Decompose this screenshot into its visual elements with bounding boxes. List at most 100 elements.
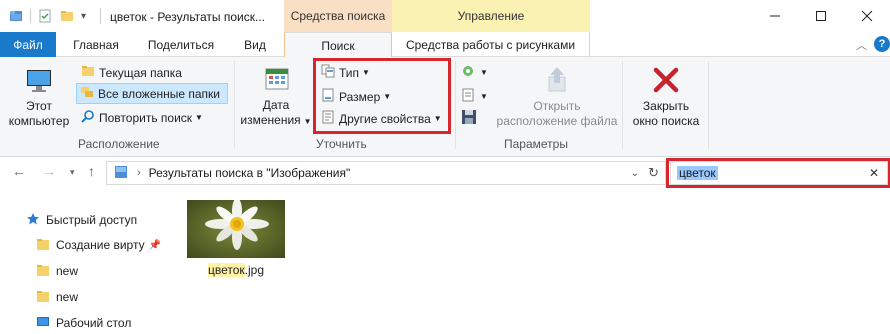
folder-icon	[36, 237, 50, 254]
date-modified-label-2: изменения	[240, 113, 301, 127]
maximize-icon	[816, 11, 826, 21]
close-icon	[861, 10, 873, 22]
group-label-refine: Уточнить	[316, 137, 367, 151]
context-tab-manage: Управление	[392, 0, 590, 32]
date-modified-button[interactable]: Дата изменения ▼	[240, 65, 312, 129]
explorer-folder-icon	[8, 8, 24, 24]
subfolders-icon	[80, 85, 94, 102]
group-divider	[455, 61, 456, 149]
group-label-location: Расположение	[78, 137, 160, 151]
recent-searches-button[interactable]: ▼	[458, 62, 491, 83]
nav-quick-access-label: Быстрый доступ	[46, 213, 138, 227]
calendar-icon	[265, 68, 289, 90]
folder-icon	[81, 64, 95, 81]
pin-icon: 📌	[148, 239, 162, 251]
tab-file[interactable]: Файл	[0, 32, 56, 57]
highlight-box-filters	[313, 58, 451, 134]
new-folder-icon[interactable]	[59, 8, 75, 24]
tab-search[interactable]: Поиск	[284, 32, 392, 58]
file-item[interactable]: цветок.jpg	[186, 200, 286, 284]
nav-item-label: Рабочий стол	[56, 316, 132, 330]
advanced-options-button[interactable]: ▼	[458, 86, 491, 107]
refresh-icon[interactable]: ↻	[648, 165, 659, 181]
minimize-button[interactable]	[752, 0, 798, 32]
chevron-down-icon: ▼	[303, 117, 312, 126]
folder-icon	[36, 263, 50, 280]
search-input[interactable]: цветок	[677, 166, 718, 180]
file-name-extension: .jpg	[244, 263, 265, 277]
this-pc-label-2: компьютер	[8, 114, 70, 128]
tab-view[interactable]: Вид	[232, 32, 278, 57]
tab-share[interactable]: Поделиться	[138, 32, 224, 57]
search-again-button[interactable]: Повторить поиск ▼	[78, 107, 206, 128]
breadcrumb-path[interactable]: Результаты поиска в "Изображения"	[149, 166, 351, 180]
this-pc-button[interactable]: Этот компьютер	[6, 65, 72, 129]
group-divider	[708, 61, 709, 149]
navigation-pane: Быстрый доступ Создание вирту 📌 new new …	[0, 200, 175, 334]
close-button[interactable]	[844, 0, 890, 32]
chevron-down-icon: ▼	[195, 113, 203, 122]
tab-picture-tools[interactable]: Средства работы с рисунками	[392, 32, 590, 57]
search-again-icon	[81, 109, 95, 126]
current-folder-label: Текущая папка	[99, 65, 182, 80]
save-icon	[461, 109, 477, 128]
address-bar[interactable]: › Результаты поиска в "Изображения" ⌄ ↻	[106, 161, 666, 185]
search-location-icon	[113, 164, 129, 183]
open-location-label-1: Открыть	[533, 99, 581, 113]
recent-locations-icon[interactable]: ▾	[70, 167, 75, 178]
breadcrumb-chevron-icon: ›	[137, 167, 141, 179]
tab-home[interactable]: Главная	[64, 32, 128, 57]
file-name: цветок.jpg	[207, 263, 265, 277]
close-search-label-1: Закрыть	[642, 99, 690, 113]
nav-item[interactable]: Создание вирту 📌	[36, 235, 161, 255]
file-name-match: цветок	[207, 263, 245, 277]
group-divider	[622, 61, 623, 149]
nav-item-label: new	[56, 264, 79, 278]
open-file-location-button[interactable]: Открыть расположение файла	[494, 65, 620, 129]
all-subfolders-label: Все вложенные папки	[98, 86, 220, 101]
search-box[interactable]: цветок ✕	[670, 161, 888, 185]
up-arrow-icon[interactable]: ↑	[88, 163, 95, 179]
nav-quick-access[interactable]: Быстрый доступ	[26, 210, 137, 230]
search-again-label: Повторить поиск	[99, 110, 193, 125]
date-modified-label-1: Дата	[262, 98, 290, 112]
desktop-icon	[36, 315, 50, 332]
back-arrow-icon[interactable]: ←	[12, 163, 26, 179]
address-bar-row: ← → ▾ ↑ › Результаты поиска в "Изображен…	[0, 157, 890, 189]
help-icon[interactable]: ?	[874, 36, 890, 52]
recent-searches-icon	[461, 64, 477, 81]
open-location-label-2: расположение файла	[496, 114, 618, 128]
ribbon-tab-row: Файл Главная Поделиться Вид Поиск Средст…	[0, 32, 890, 58]
collapse-ribbon-icon[interactable]: ︿	[856, 37, 867, 53]
close-search-label-2: окно поиска	[632, 114, 700, 128]
close-search-button[interactable]: Закрыть окно поиска	[628, 65, 704, 129]
ribbon-search: Этот компьютер Текущая папка Все вложенн…	[0, 57, 890, 157]
nav-item[interactable]: new	[36, 261, 78, 281]
window-title: цветок - Результаты поиск...	[110, 10, 265, 24]
this-pc-label-1: Этот	[26, 99, 52, 113]
properties-icon[interactable]	[37, 8, 53, 24]
nav-item[interactable]: new	[36, 287, 78, 307]
current-folder-button[interactable]: Текущая папка	[78, 62, 185, 83]
minimize-icon	[770, 15, 780, 17]
group-label-options: Параметры	[504, 137, 568, 151]
maximize-button[interactable]	[798, 0, 844, 32]
save-search-button[interactable]	[458, 108, 480, 129]
qa-divider	[30, 9, 31, 23]
address-dropdown-icon[interactable]: ⌄	[631, 168, 639, 179]
group-divider	[234, 61, 235, 149]
nav-item-label: Создание вирту	[56, 238, 145, 252]
all-subfolders-button[interactable]: Все вложенные папки	[76, 83, 228, 104]
nav-item[interactable]: Рабочий стол	[36, 313, 131, 333]
star-icon	[26, 212, 40, 229]
advanced-options-icon	[461, 88, 477, 105]
clear-search-icon[interactable]: ✕	[869, 166, 879, 180]
nav-item-label: new	[56, 290, 79, 304]
forward-arrow-icon[interactable]: →	[42, 163, 56, 179]
computer-icon	[27, 70, 51, 92]
flower-thumbnail-image	[187, 200, 285, 258]
open-location-icon	[548, 67, 566, 92]
folder-icon	[36, 289, 50, 306]
customize-qa-icon[interactable]: ▾	[81, 11, 86, 22]
title-bar: ▾ цветок - Результаты поиск... Средства …	[0, 0, 890, 32]
